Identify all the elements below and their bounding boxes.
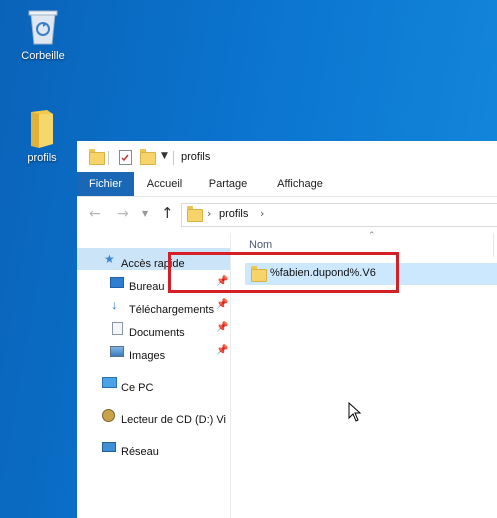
address-row: ← → ▼ ↑ › profils › — [77, 197, 497, 233]
forward-arrow-icon[interactable]: → — [117, 206, 129, 222]
highlight-box — [168, 252, 399, 293]
recent-locations-chevron-icon[interactable]: ▼ — [142, 209, 148, 218]
pin-icon[interactable]: 📌 — [216, 317, 228, 339]
breadcrumb-chevron-icon[interactable]: › — [207, 207, 211, 220]
address-folder-icon — [187, 206, 203, 222]
nav-label: Réseau — [121, 446, 159, 458]
properties-icon[interactable] — [119, 150, 132, 165]
nav-item-ce-pc[interactable]: Ce PC — [77, 372, 230, 394]
breadcrumb-profils[interactable]: profils — [219, 208, 248, 220]
computer-icon — [102, 377, 117, 388]
mouse-cursor-icon — [348, 402, 362, 422]
sort-ascending-icon[interactable]: ⌃ — [368, 231, 376, 241]
picture-icon — [110, 346, 124, 357]
up-arrow-icon[interactable]: ↑ — [161, 204, 174, 222]
recycle-bin-desktop-icon[interactable]: Corbeille — [8, 6, 78, 62]
recycle-bin-icon — [28, 10, 58, 45]
customize-quick-access-icon[interactable]: ▼ — [161, 151, 168, 161]
network-icon — [102, 442, 116, 452]
ribbon-tabs: Fichier Accueil Partage Affichage — [77, 172, 497, 197]
cd-drive-icon — [102, 409, 115, 422]
nav-item-reseau[interactable]: Réseau — [77, 436, 230, 458]
nav-label: Lecteur de CD (D:) Vi — [121, 414, 226, 426]
profils-desktop-folder[interactable]: profils — [7, 108, 77, 164]
document-icon — [112, 322, 123, 335]
nav-item-cd-drive[interactable]: Lecteur de CD (D:) Vi — [77, 404, 230, 426]
tab-fichier[interactable]: Fichier — [77, 172, 134, 196]
download-arrow-icon: ↓ — [111, 297, 118, 312]
nav-item-images[interactable]: Images 📌 — [77, 340, 230, 362]
new-folder-icon[interactable] — [140, 149, 156, 165]
tab-partage[interactable]: Partage — [199, 172, 257, 196]
pin-icon[interactable]: 📌 — [216, 294, 228, 316]
profils-folder-label: profils — [27, 152, 57, 164]
nav-label: Ce PC — [121, 382, 154, 394]
nav-item-documents[interactable]: Documents 📌 — [77, 317, 230, 339]
nav-label: Images — [129, 350, 166, 362]
pin-icon[interactable]: 📌 — [216, 340, 228, 362]
title-folder-icon — [89, 149, 105, 165]
nav-item-telechargements[interactable]: ↓ Téléchargements 📌 — [77, 294, 230, 316]
window-title: profils — [181, 151, 211, 163]
breadcrumb-chevron-icon[interactable]: › — [260, 207, 264, 220]
column-divider[interactable] — [493, 233, 494, 257]
address-bar[interactable]: › profils › — [181, 203, 497, 227]
star-icon: ★ — [104, 252, 115, 266]
tab-accueil[interactable]: Accueil — [137, 172, 192, 196]
folder-icon — [31, 110, 53, 148]
back-arrow-icon[interactable]: ← — [89, 206, 101, 222]
column-header-nom[interactable]: Nom — [249, 239, 272, 251]
tab-affichage[interactable]: Affichage — [267, 172, 333, 196]
title-bar: ▼ profils — [77, 141, 497, 172]
explorer-window: ▼ profils Fichier Accueil Partage Affich… — [77, 141, 497, 518]
separator — [108, 151, 109, 165]
separator — [173, 151, 174, 165]
desktop-icon — [110, 277, 124, 288]
recycle-bin-label: Corbeille — [21, 50, 65, 62]
